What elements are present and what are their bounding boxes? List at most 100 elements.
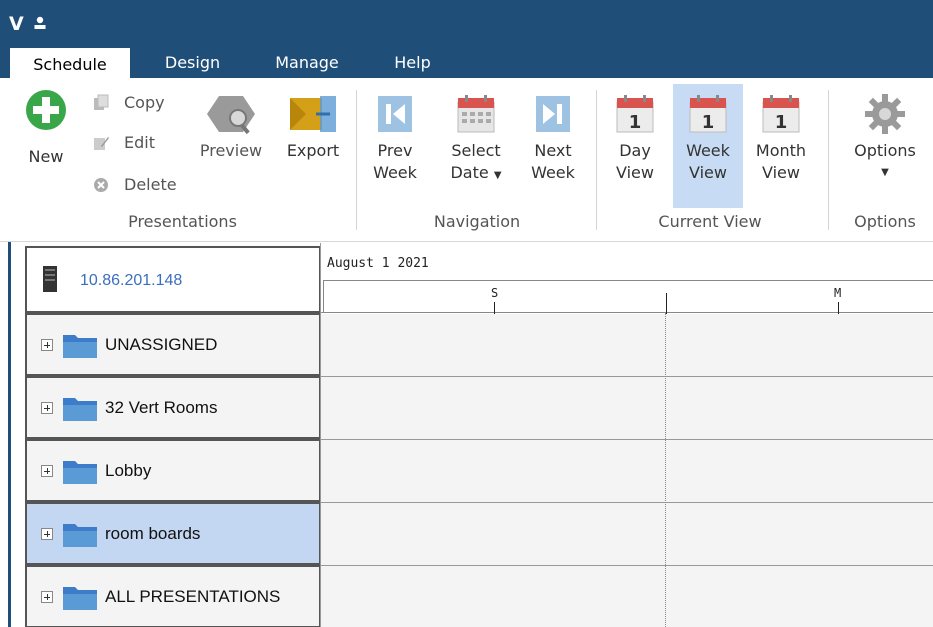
user-icon[interactable] [33, 16, 47, 30]
prev-week-label-2: Week [373, 163, 417, 182]
expand-icon[interactable] [41, 402, 53, 414]
new-button[interactable]: New [20, 88, 72, 168]
select-date-label-1: Select [451, 141, 501, 160]
tree-item-label: room boards [105, 524, 201, 543]
calendar-header: August 1 2021 S M [321, 243, 933, 314]
server-address: 10.86.201.148 [80, 272, 183, 289]
ribbon-separator [356, 90, 357, 230]
svg-text:1: 1 [775, 112, 788, 133]
schedule-calendar: August 1 2021 S M [320, 243, 933, 627]
export-label: Export [286, 141, 340, 160]
expand-icon[interactable] [41, 465, 53, 477]
dropdown-arrow-icon: ▼ [881, 167, 889, 178]
title-bar: V [0, 0, 933, 44]
app-logo: V [9, 13, 24, 35]
new-label: New [28, 147, 64, 166]
week-view-label-2: View [689, 163, 727, 182]
plus-icon [26, 90, 66, 130]
export-button[interactable]: Export [280, 92, 346, 162]
expand-icon[interactable] [41, 339, 53, 351]
day-tick [494, 302, 495, 314]
day-divider-line [665, 313, 666, 627]
preview-label: Preview [199, 141, 263, 160]
copy-button[interactable]: Copy [92, 90, 172, 116]
calendar-row[interactable] [321, 440, 933, 503]
calendar-icon [457, 95, 495, 133]
ribbon-separator [596, 90, 597, 230]
prev-week-icon [378, 96, 412, 132]
calendar-row[interactable] [321, 377, 933, 440]
tab-manage[interactable]: Manage [262, 50, 352, 78]
day-label-monday: M [834, 286, 842, 300]
calendar-row[interactable] [321, 566, 933, 627]
presentations-group-label: Presentations [128, 212, 237, 231]
folder-icon [63, 524, 97, 547]
edit-icon [94, 137, 109, 150]
svg-text:1: 1 [629, 112, 642, 133]
calendar-row[interactable] [321, 503, 933, 566]
delete-label: Delete [124, 175, 177, 194]
week-view-label-1: Week [686, 141, 730, 160]
expand-icon[interactable] [41, 591, 53, 603]
navigation-group-label: Navigation [433, 212, 521, 231]
copy-label: Copy [124, 93, 165, 112]
edit-label: Edit [124, 133, 155, 152]
delete-icon [94, 178, 108, 192]
month-view-label-1: Month [755, 141, 807, 160]
select-date-label-2: Date ▼ [450, 163, 502, 182]
preview-icon [207, 96, 255, 135]
server-node[interactable]: 10.86.201.148 [25, 246, 321, 313]
svg-text:1: 1 [702, 112, 715, 133]
prev-week-button[interactable]: Prev Week [366, 92, 424, 184]
delete-button[interactable]: Delete [92, 172, 182, 198]
folder-icon [63, 587, 97, 610]
tree-item-lobby[interactable]: Lobby [25, 439, 321, 502]
server-icon [43, 266, 57, 292]
day-label-sunday: S [491, 286, 499, 300]
tab-schedule[interactable]: Schedule [10, 48, 130, 78]
expand-icon[interactable] [41, 528, 53, 540]
tree-item-all-presentations[interactable]: ALL PRESENTATIONS [25, 565, 321, 627]
next-week-label-2: Week [531, 163, 575, 182]
day-view-label-1: Day [619, 141, 651, 160]
tree-item-room-boards[interactable]: room boards [25, 502, 321, 565]
tab-help[interactable]: Help [380, 50, 445, 78]
folder-icon [63, 398, 97, 421]
folder-icon [63, 335, 97, 358]
day-view-label-2: View [616, 163, 654, 182]
folder-icon [63, 461, 97, 484]
tree-item-label: Lobby [105, 461, 152, 480]
next-week-label-1: Next [534, 141, 572, 160]
tree-item-label: 32 Vert Rooms [105, 398, 218, 417]
tree-item-32-vert-rooms[interactable]: 32 Vert Rooms [25, 376, 321, 439]
month-view-button[interactable]: 1 Month View [748, 88, 814, 184]
select-date-button[interactable]: Select Date ▼ [440, 92, 512, 187]
calendar-month-icon: 1 [762, 95, 800, 133]
next-week-icon [536, 96, 570, 132]
options-button[interactable]: Options ▼ [846, 92, 924, 184]
preview-button[interactable]: Preview [196, 92, 266, 162]
options-label: Options [854, 141, 916, 160]
prev-week-label-1: Prev [377, 141, 413, 160]
gear-icon [865, 94, 905, 134]
tree-item-label: UNASSIGNED [105, 335, 218, 354]
ribbon: New Copy Edit Delete Preview Export Pres… [0, 78, 933, 242]
tree-item-unassigned[interactable]: UNASSIGNED [25, 313, 321, 376]
day-tick [838, 302, 839, 314]
week-view-button[interactable]: 1 Week View [673, 84, 743, 208]
ribbon-tabs: Schedule Design Manage Help [0, 44, 933, 78]
day-view-button[interactable]: 1 Day View [605, 88, 665, 184]
calendar-day-icon: 1 [616, 95, 654, 133]
options-group-label: Options [854, 212, 916, 231]
dropdown-arrow-icon: ▼ [493, 170, 502, 181]
day-divider [666, 293, 667, 314]
copy-icon [94, 94, 109, 110]
next-week-button[interactable]: Next Week [524, 92, 582, 184]
calendar-row[interactable] [321, 314, 933, 377]
calendar-week-icon: 1 [689, 95, 727, 133]
export-icon [290, 96, 336, 132]
tab-design[interactable]: Design [150, 50, 235, 78]
month-view-label-2: View [762, 163, 800, 182]
ribbon-separator [828, 90, 829, 230]
edit-button[interactable]: Edit [92, 130, 172, 156]
